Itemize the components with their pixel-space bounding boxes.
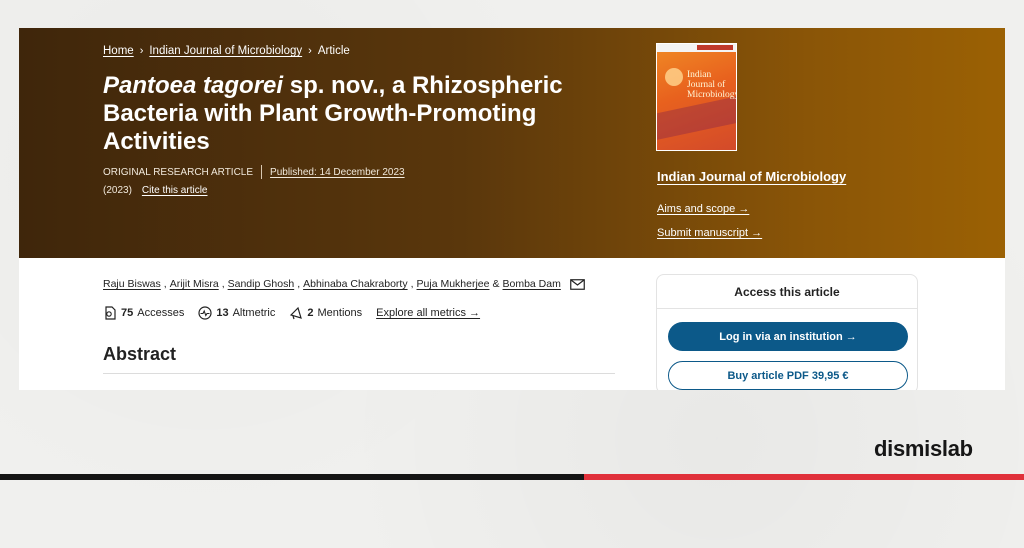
altmetric-label: Altmetric [232,307,276,319]
submit-manuscript-link[interactable]: Submit manuscript → [657,227,762,239]
divider [261,165,263,179]
article-header: Home › Indian Journal of Microbiology › … [19,28,1005,258]
journal-name-link[interactable]: Indian Journal of Microbiology [657,169,846,184]
author-link[interactable]: Raju Biswas [103,278,161,290]
article-meta: ORIGINAL RESEARCH ARTICLE Published: 14 … [103,165,405,179]
footer-bar-red [584,474,1024,480]
article-title: Pantoea tagorei sp. nov., a Rhizospheric… [103,72,573,156]
footer-bar-black [0,474,584,480]
article-page-screenshot: Home › Indian Journal of Microbiology › … [19,28,1005,390]
access-panel: Access this article Log in via an instit… [656,274,918,390]
published-date: Published: 14 December 2023 [270,166,405,178]
megaphone-icon [290,306,303,320]
breadcrumb-home[interactable]: Home [103,45,134,57]
article-year: (2023) [103,185,132,196]
author-sep: , [410,278,414,290]
mail-icon[interactable] [570,278,585,290]
mentions-metric: 2 Mentions [289,306,362,320]
chevron-right-icon: › [308,45,312,57]
journal-cover[interactable]: Indian Journal of Microbiology [656,43,737,151]
brand-logo: dismislab [874,436,973,461]
altmetric-metric: 13 Altmetric [198,306,275,320]
author-sep: , [163,278,167,290]
mentions-count: 2 [307,307,314,319]
breadcrumb-current: Article [317,45,350,57]
breadcrumb-journal[interactable]: Indian Journal of Microbiology [149,45,302,57]
species-name: Pantoea tagorei [103,72,284,99]
login-institution-button[interactable]: Log in via an institution → [668,322,908,351]
author-link[interactable]: Abhinaba Chakraborty [303,278,407,290]
accesses-count: 75 [121,307,134,319]
author-sep: , [221,278,225,290]
author-link[interactable]: Sandip Ghosh [228,278,295,290]
author-link[interactable]: Arijit Misra [170,278,219,290]
abstract-heading: Abstract [103,344,177,364]
aims-scope-link[interactable]: Aims and scope → [657,203,749,215]
cite-link[interactable]: Cite this article [142,185,208,196]
author-sep: & [492,278,500,290]
cover-logo-icon [665,68,683,86]
mentions-label: Mentions [317,307,363,319]
altmetric-icon [198,306,212,320]
chevron-right-icon: › [139,45,144,57]
breadcrumb: Home › Indian Journal of Microbiology › … [103,45,350,57]
divider [103,373,615,374]
access-heading: Access this article [657,275,917,309]
accesses-metric: 75 Accesses [103,306,184,320]
article-type: ORIGINAL RESEARCH ARTICLE [103,166,254,178]
accesses-label: Accesses [137,307,185,319]
altmetric-count: 13 [216,307,229,319]
cover-title: Indian Journal of Microbiology [687,70,737,100]
article-meta-2: (2023) Cite this article [103,185,207,196]
author-list: Raju Biswas, Arijit Misra, Sandip Ghosh,… [103,278,585,290]
author-sep: , [297,278,301,290]
explore-metrics-link[interactable]: Explore all metrics → [376,307,480,319]
cover-band-accent [697,45,733,50]
author-link[interactable]: Puja Mukherjee [417,278,490,290]
metrics-bar: 75 Accesses 13 Altmetric 2 Mentions Expl… [103,306,480,320]
author-link[interactable]: Bomba Dam [503,278,561,290]
accesses-icon [105,306,116,320]
cover-streak [657,92,736,142]
buy-pdf-button[interactable]: Buy article PDF 39,95 € [668,361,908,390]
